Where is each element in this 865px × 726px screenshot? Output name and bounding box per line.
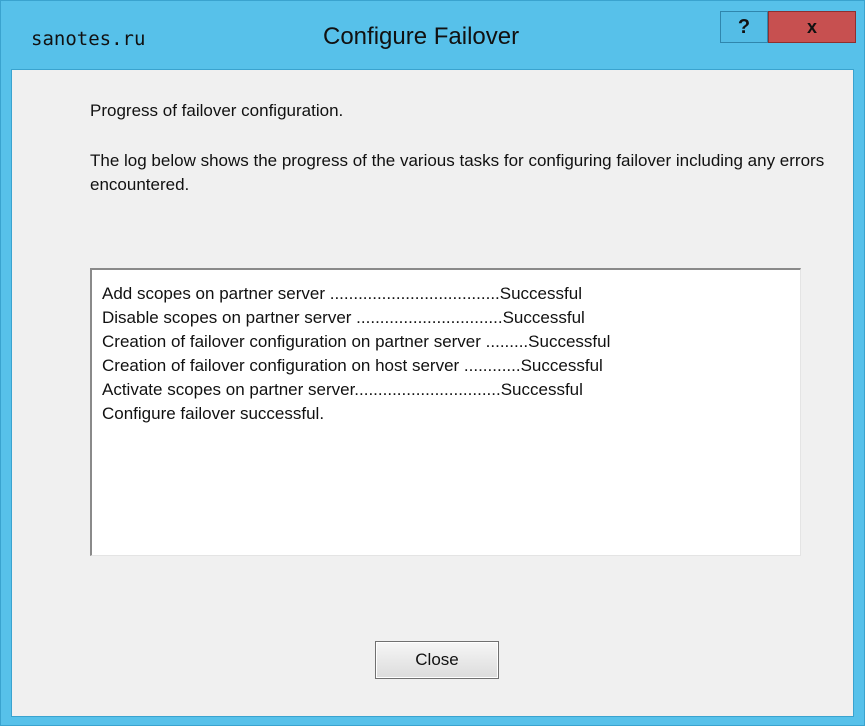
log-line: Add scopes on partner server ...........…	[102, 284, 582, 303]
close-button[interactable]: Close	[375, 641, 499, 679]
window-title: Configure Failover	[323, 23, 520, 50]
window-close-button[interactable]: x	[768, 11, 856, 43]
log-line: Configure failover successful.	[102, 404, 325, 423]
configure-failover-dialog: sanotes.ru Configure Failover ? x Progre…	[0, 0, 865, 726]
progress-log[interactable]: Add scopes on partner server ...........…	[90, 268, 801, 556]
close-button-label: Close	[415, 650, 459, 669]
help-icon: ?	[737, 15, 751, 38]
watermark-text: sanotes.ru	[31, 28, 146, 50]
log-line: Creation of failover configuration on pa…	[102, 332, 611, 351]
log-line: Disable scopes on partner server .......…	[102, 308, 585, 327]
log-line: Activate scopes on partner server.......…	[102, 380, 583, 399]
dialog-body: Progress of failover configuration. The …	[11, 69, 854, 717]
log-line: Creation of failover configuration on ho…	[102, 356, 603, 375]
progress-heading: Progress of failover configuration.	[90, 101, 344, 120]
close-icon: x	[806, 16, 817, 37]
help-button[interactable]: ?	[720, 11, 768, 43]
log-description: The log below shows the progress of the …	[90, 151, 825, 194]
